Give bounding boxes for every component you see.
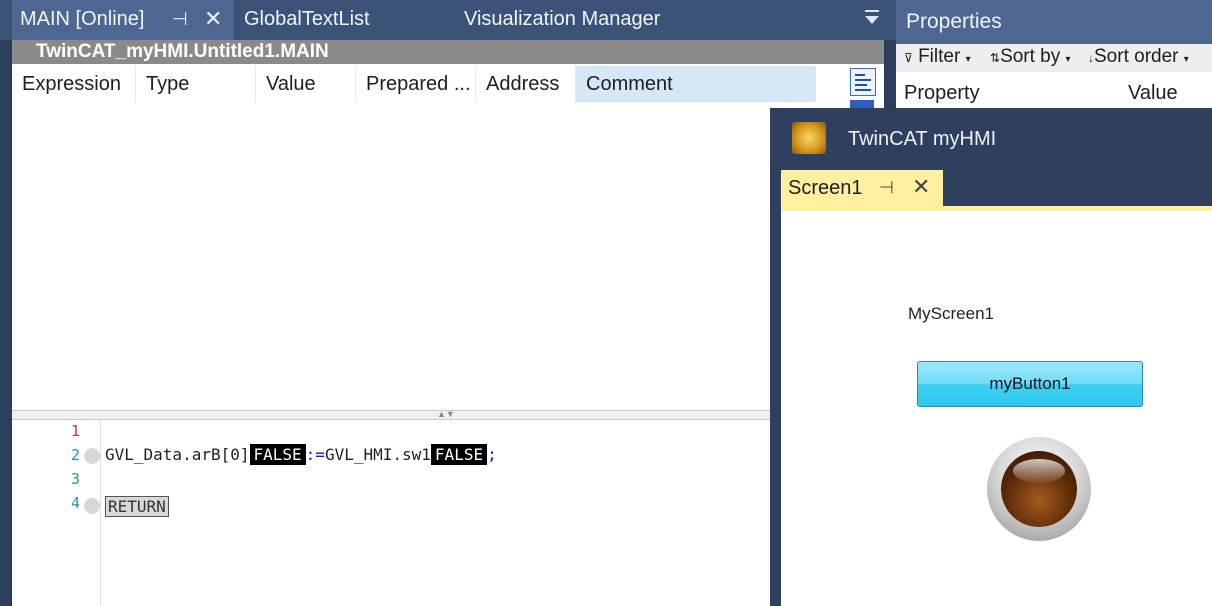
column-address[interactable]: Address [476,66,576,102]
document-tab-strip: MAIN [Online] ⊣ ✕ GlobalTextList Visuali… [0,0,896,40]
sort-by-icon: ⇅ [990,51,1001,65]
pin-icon[interactable]: ⊣ [172,9,188,30]
splitter-arrows-icon: ▲▼ [437,409,455,419]
tab-visualization-manager[interactable]: Visualization Manager [464,8,660,31]
online-value-badge[interactable]: FALSE [249,444,306,465]
column-comment[interactable]: Comment [576,66,816,102]
code-editor[interactable]: 1 2 GVL_Data.arB[0] FALSE:=GVL_HMI.sw1 FAL… [12,420,772,606]
line-number: 2 [70,446,80,464]
line-number: 4 [70,494,80,512]
value-column-header: Value [1128,82,1178,104]
lamp-glass [1001,451,1077,527]
editor-splitter[interactable]: ▲▼ [12,409,772,420]
line-number: 1 [70,422,80,440]
code-operator: := [305,445,325,464]
column-prepared[interactable]: Prepared ... [356,66,476,102]
sort-by-label: Sort by [1000,46,1061,67]
filter-label: Filter [918,46,961,67]
chevron-down-icon: ▾ [1183,54,1189,65]
chevron-down-icon: ▾ [965,54,971,65]
code-identifier: GVL_HMI [324,445,393,464]
hmi-window[interactable]: TwinCAT myHMI Screen1 ⊣ ✕ MyScreen1 myBu… [770,108,1212,606]
editor-side-toolbar [848,66,878,110]
tab-main-online[interactable]: MAIN [Online] ⊣ ✕ [12,0,234,40]
filter-button[interactable]: ⊽ Filter ▾ [904,46,971,68]
my-button[interactable]: myButton1 [917,361,1143,407]
lamp-highlight [1013,459,1065,483]
column-type[interactable]: Type [136,66,256,102]
tab-screen1-label: Screen1 [788,177,863,199]
filter-icon: ⊽ [904,51,913,65]
tab-main-online-label: MAIN [Online] [20,8,145,30]
sort-order-button[interactable]: ↓Sort order ▾ [1088,46,1189,68]
properties-title: Properties [896,0,1212,44]
properties-toolbar: ⊽ Filter ▾ ⇅Sort by ▾ ↓Sort order ▾ [896,44,1212,72]
pin-icon[interactable]: ⊣ [879,178,894,198]
declaration-view-icon[interactable] [850,68,876,96]
twincat-hmi-icon [792,122,826,154]
code-identifier: GVL_Data [105,445,183,464]
chevron-down-icon: ▾ [1065,54,1071,65]
line-number: 3 [70,470,80,488]
return-keyword: RETURN [105,496,169,517]
code-dot: . [392,445,403,464]
code-semicolon: ; [487,445,497,464]
close-icon[interactable]: ✕ [204,6,222,32]
screen-label: MyScreen1 [908,304,994,323]
code-member: arB[0] [191,445,250,464]
code-dot: . [182,445,192,464]
hmi-screen-canvas: MyScreen1 myButton1 [781,206,1212,606]
hmi-window-title: TwinCAT myHMI [848,128,997,150]
property-column-header: Property [904,82,980,104]
pou-title: TwinCAT_myHMI.Untitled1.MAIN [12,40,884,64]
tab-dropdown-icon[interactable] [862,8,882,28]
column-value[interactable]: Value [256,66,356,102]
sort-order-label: Sort order [1094,46,1179,67]
column-expression[interactable]: Expression [12,66,136,102]
properties-grid-header: Property Value [896,76,1212,108]
sort-by-button[interactable]: ⇅Sort by ▾ [990,46,1071,68]
close-icon[interactable]: ✕ [912,174,930,200]
online-value-badge[interactable]: FALSE [430,444,488,465]
code-member: sw1 [402,445,431,464]
main-editor: TwinCAT_myHMI.Untitled1.MAIN Expression … [12,40,884,606]
tab-screen1[interactable]: Screen1 ⊣ ✕ [781,170,943,206]
indicator-lamp [987,437,1091,541]
code-line: GVL_Data.arB[0] FALSE:=GVL_HMI.sw1 FALSE; [105,444,497,465]
code-line: RETURN [105,496,169,517]
breakpoint-marker[interactable] [84,448,100,464]
tab-global-text-list[interactable]: GlobalTextList [244,8,370,31]
breakpoint-marker[interactable] [84,498,100,514]
watch-table-header: Expression Type Value Prepared ... Addre… [12,66,818,102]
